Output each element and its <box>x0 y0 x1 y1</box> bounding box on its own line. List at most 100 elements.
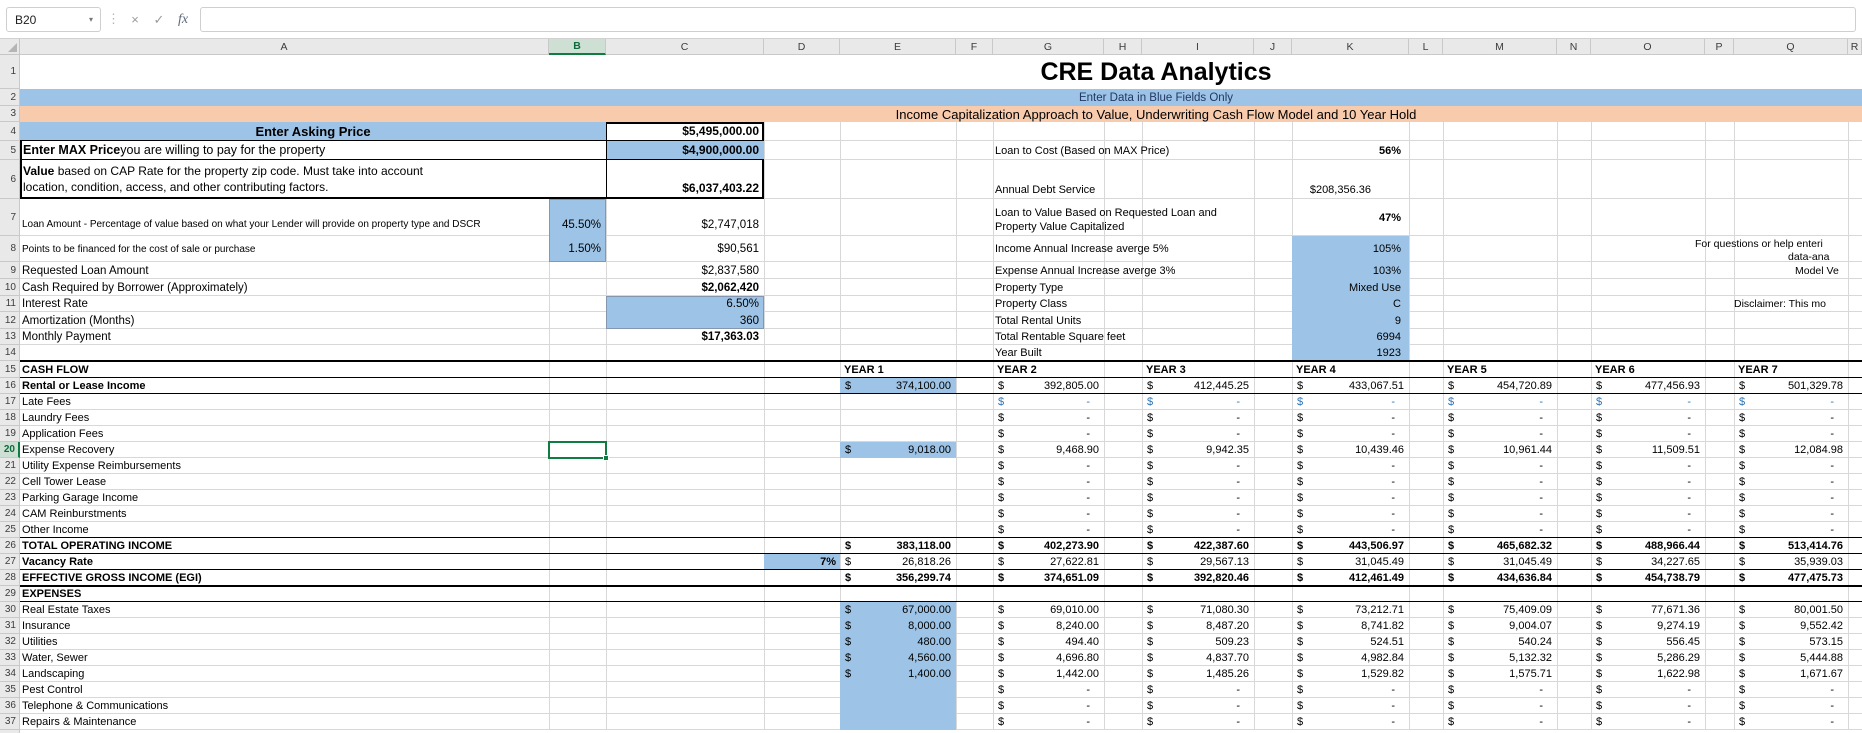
year-value-cell[interactable]: $9,274.19 <box>1591 618 1705 634</box>
zero-cell[interactable]: $ - <box>1591 426 1705 442</box>
zero-cell[interactable]: $ - <box>1734 682 1848 698</box>
year-value-cell[interactable]: $454,738.79 <box>1591 570 1705 586</box>
row-label-25[interactable]: Other Income <box>22 522 532 538</box>
year-value-cell[interactable]: $1,442.00 <box>993 666 1104 682</box>
row-label-28[interactable]: EFFECTIVE GROSS INCOME (EGI) <box>22 570 532 586</box>
year-value-cell[interactable]: $9,004.07 <box>1443 618 1557 634</box>
row-header-2[interactable]: 2 <box>0 89 20 106</box>
year-value-cell[interactable]: $422,387.60 <box>1142 538 1254 554</box>
row-header-37[interactable]: 37 <box>0 714 20 730</box>
zero-cell[interactable]: $ - <box>1734 394 1848 410</box>
amortization-label[interactable]: Amortization (Months) <box>22 312 546 329</box>
row-header-25[interactable]: 25 <box>0 522 20 538</box>
zero-cell[interactable]: $ - <box>1292 714 1409 730</box>
column-header-N[interactable]: N <box>1557 39 1591 55</box>
row-header-28[interactable]: 28 <box>0 570 20 586</box>
year-value-cell[interactable]: $4,982.84 <box>1292 650 1409 666</box>
zero-cell[interactable]: $ - <box>1443 394 1557 410</box>
insert-function-button[interactable]: fx <box>172 7 194 32</box>
row-label-24[interactable]: CAM Reinburstments <box>22 506 532 522</box>
row-header-32[interactable]: 32 <box>0 634 20 650</box>
year-value-cell[interactable]: $8,741.82 <box>1292 618 1409 634</box>
year-value-cell[interactable]: $31,045.49 <box>1292 554 1409 570</box>
selected-cell-B20[interactable] <box>548 441 609 461</box>
year-value-cell[interactable]: $433,067.51 <box>1292 378 1409 394</box>
zero-cell[interactable]: $ - <box>1292 394 1409 410</box>
year-value-cell[interactable]: $494.40 <box>993 634 1104 650</box>
zero-cell[interactable]: $ - <box>1591 474 1705 490</box>
row-label-16[interactable]: Rental or Lease Income <box>22 378 532 394</box>
zero-cell[interactable]: $ - <box>1734 474 1848 490</box>
column-header-F[interactable]: F <box>956 39 993 55</box>
summary-input-value[interactable]: 6994 <box>1292 329 1409 345</box>
row-header-15[interactable]: 15 <box>0 361 20 378</box>
points-pct-input[interactable]: 1.50% <box>549 241 606 257</box>
zero-cell[interactable]: $ - <box>1142 426 1254 442</box>
zero-cell[interactable]: $ - <box>1734 698 1848 714</box>
year-value-cell[interactable]: $488,966.44 <box>1591 538 1705 554</box>
zero-cell[interactable]: $ - <box>1292 506 1409 522</box>
column-header-K[interactable]: K <box>1292 39 1409 55</box>
zero-cell[interactable]: $ - <box>1591 682 1705 698</box>
row-header-33[interactable]: 33 <box>0 650 20 666</box>
zero-cell[interactable]: $ - <box>1443 698 1557 714</box>
year1-value-cell[interactable]: $356,299.74 <box>840 570 956 586</box>
row-header-19[interactable]: 19 <box>0 426 20 442</box>
column-header-B[interactable]: B <box>549 39 606 55</box>
row-header-6[interactable]: 6 <box>0 160 20 199</box>
year-value-cell[interactable]: $4,696.80 <box>993 650 1104 666</box>
row-header-20[interactable]: 20 <box>0 442 20 458</box>
column-header-M[interactable]: M <box>1443 39 1557 55</box>
zero-cell[interactable]: $ - <box>1142 698 1254 714</box>
zero-cell[interactable]: $ - <box>1443 506 1557 522</box>
column-header-A[interactable]: A <box>20 39 549 55</box>
column-header-P[interactable]: P <box>1705 39 1734 55</box>
row-header-5[interactable]: 5 <box>0 141 20 160</box>
year-value-cell[interactable]: $5,132.32 <box>1443 650 1557 666</box>
row-label-26[interactable]: TOTAL OPERATING INCOME <box>22 538 532 554</box>
zero-cell[interactable]: $ - <box>993 394 1104 410</box>
zero-cell[interactable]: $ - <box>993 698 1104 714</box>
zero-cell[interactable]: $ - <box>1292 698 1409 714</box>
row-header-21[interactable]: 21 <box>0 458 20 474</box>
zero-cell[interactable]: $ - <box>1443 426 1557 442</box>
year-value-cell[interactable]: $509.23 <box>1142 634 1254 650</box>
column-header-G[interactable]: G <box>993 39 1104 55</box>
zero-cell[interactable]: $ - <box>1142 714 1254 730</box>
row-label-37[interactable]: Repairs & Maintenance <box>22 714 532 730</box>
year-value-cell[interactable]: $412,445.25 <box>1142 378 1254 394</box>
name-box[interactable]: B20 ▾ <box>6 7 101 32</box>
row-header-27[interactable]: 27 <box>0 554 20 570</box>
year-value-cell[interactable]: $434,636.84 <box>1443 570 1557 586</box>
year-value-cell[interactable]: $29,567.13 <box>1142 554 1254 570</box>
zero-cell[interactable]: $ - <box>1591 714 1705 730</box>
zero-cell[interactable]: $ - <box>1292 682 1409 698</box>
year-value-cell[interactable]: $501,329.78 <box>1734 378 1848 394</box>
zero-cell[interactable]: $ - <box>1292 474 1409 490</box>
zero-cell[interactable]: $ - <box>1734 490 1848 506</box>
cap-value-label[interactable]: Value based on CAP Rate for the property… <box>20 160 606 199</box>
name-box-dropdown-icon[interactable]: ▾ <box>82 15 100 24</box>
year-value-cell[interactable]: $8,240.00 <box>993 618 1104 634</box>
year-value-cell[interactable]: $5,444.88 <box>1734 650 1848 666</box>
column-header-C[interactable]: C <box>606 39 764 55</box>
zero-cell[interactable]: $ - <box>1591 522 1705 538</box>
zero-cell[interactable]: $ - <box>1142 458 1254 474</box>
year-value-cell[interactable]: $477,456.93 <box>1591 378 1705 394</box>
points-label[interactable]: Points to be financed for the cost of sa… <box>22 236 546 262</box>
year1-value-cell[interactable]: $1,400.00 <box>840 666 956 682</box>
vacancy-rate-input[interactable]: 7% <box>764 554 840 570</box>
year-value-cell[interactable]: $10,961.44 <box>1443 442 1557 458</box>
zero-cell[interactable]: $ - <box>1142 506 1254 522</box>
row-header-1[interactable]: 1 <box>0 55 20 89</box>
zero-cell[interactable]: $ - <box>1591 458 1705 474</box>
zero-cell[interactable]: $ - <box>993 474 1104 490</box>
asking-price-value[interactable]: $5,495,000.00 <box>606 122 764 141</box>
zero-cell[interactable]: $ - <box>1142 490 1254 506</box>
year1-value-cell[interactable]: $8,000.00 <box>840 618 956 634</box>
column-header-J[interactable]: J <box>1254 39 1292 55</box>
zero-cell[interactable]: $ - <box>1142 410 1254 426</box>
zero-cell[interactable]: $ - <box>1292 490 1409 506</box>
year-value-cell[interactable]: $573.15 <box>1734 634 1848 650</box>
summary-input-value[interactable]: 1923 <box>1292 345 1409 361</box>
